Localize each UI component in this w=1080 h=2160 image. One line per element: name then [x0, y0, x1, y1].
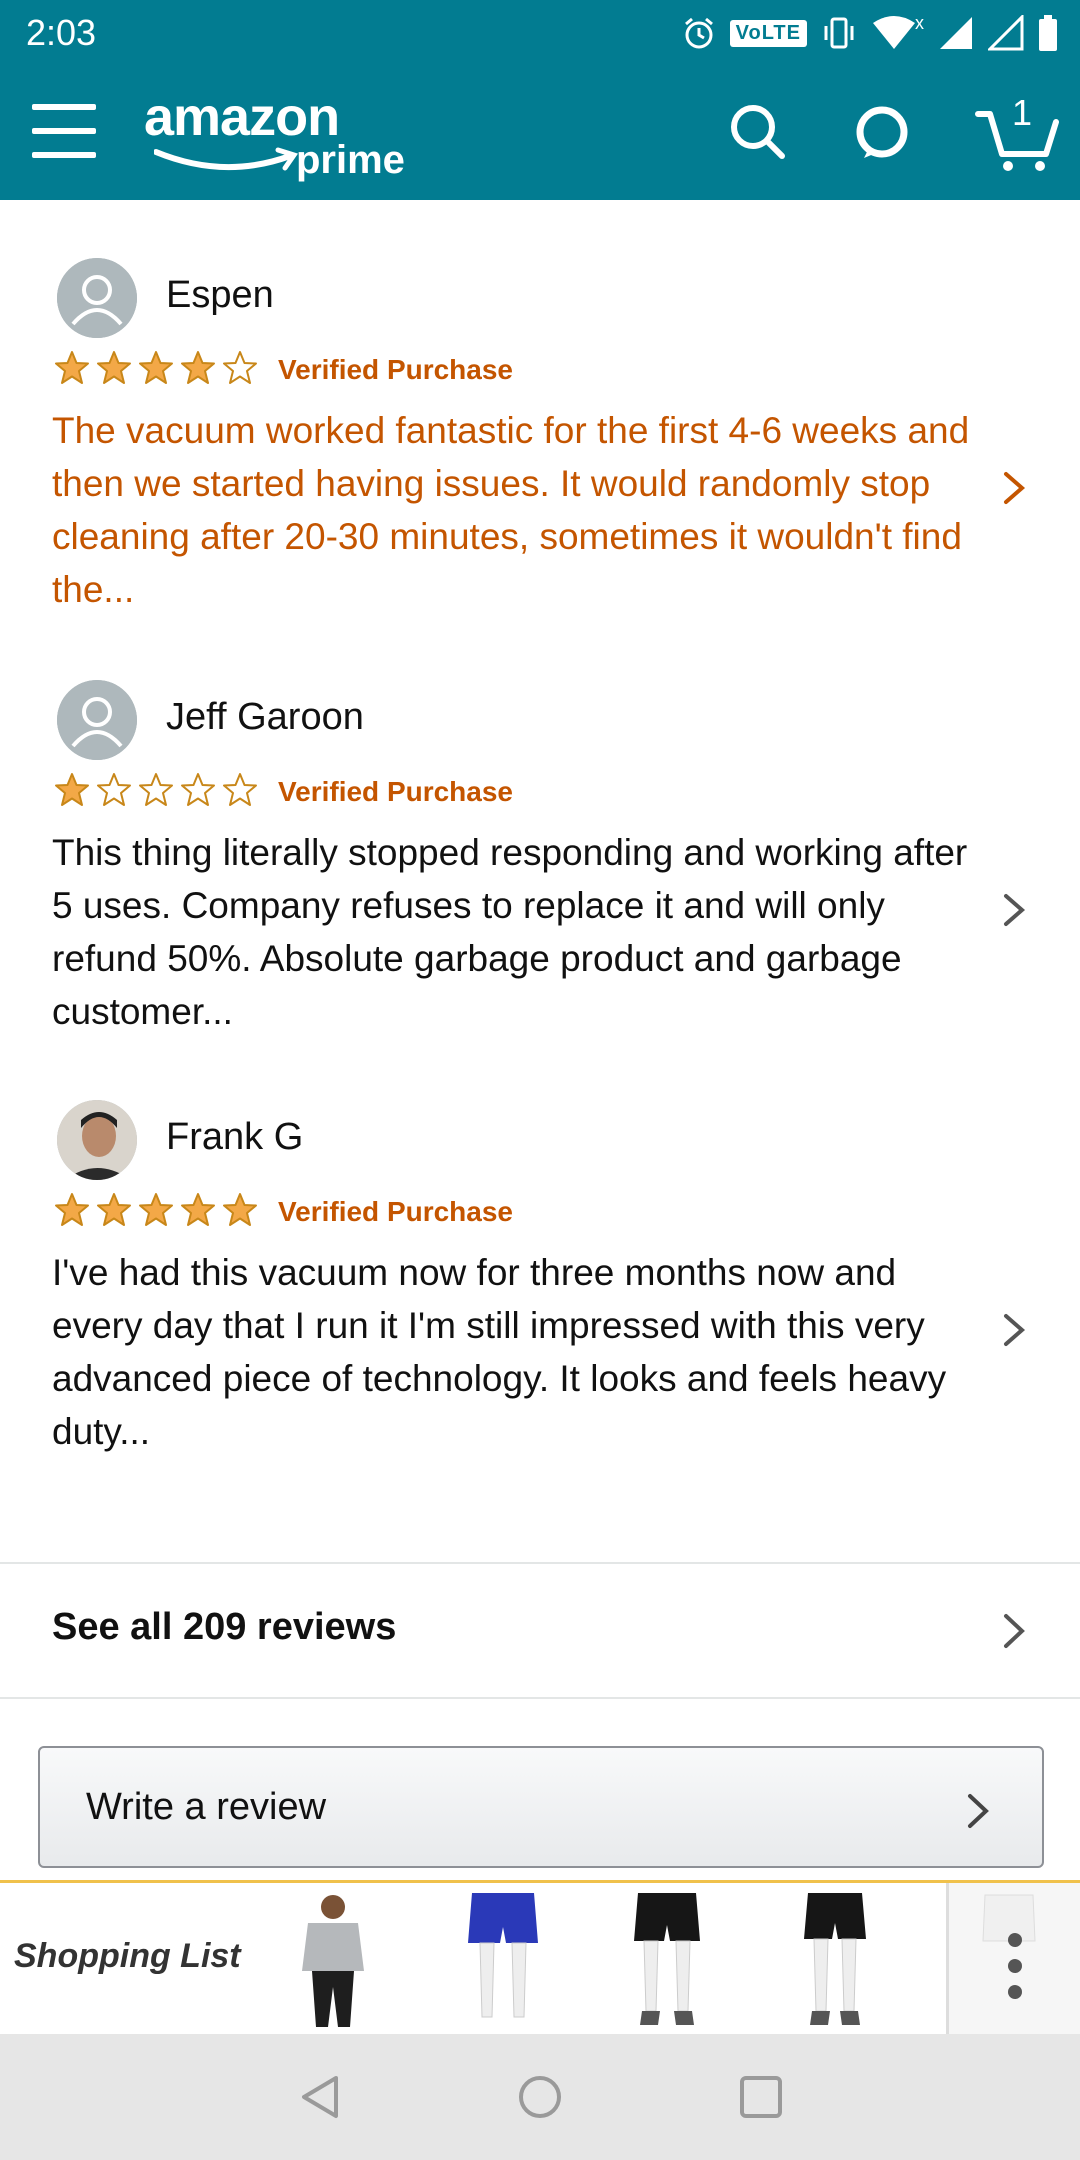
vibrate-icon — [824, 17, 854, 49]
menu-icon[interactable] — [32, 104, 96, 158]
shopping-list-label[interactable]: Shopping List — [14, 1937, 241, 1976]
volte-icon: VoLTE — [729, 19, 807, 47]
logo-sub-text: prime — [296, 138, 405, 182]
user-avatar-icon — [57, 258, 137, 338]
chevron-right-icon[interactable] — [998, 468, 1030, 508]
product-thumbnail[interactable] — [612, 1891, 722, 2031]
shopping-list-bar: Shopping List — [0, 1880, 1080, 2037]
chevron-right-icon — [1004, 1614, 1025, 1648]
review-text: This thing literally stopped responding … — [52, 832, 968, 1032]
product-thumbnail[interactable] — [780, 1891, 890, 2031]
verified-purchase-badge: Verified Purchase — [278, 1196, 514, 1227]
star-filled-icon — [55, 1193, 89, 1226]
chevron-right-icon[interactable] — [998, 1310, 1030, 1350]
star-filled-icon — [55, 351, 89, 384]
cart-button[interactable]: 1 — [972, 84, 1062, 174]
logo-smile-icon — [154, 147, 298, 171]
see-all-reviews-button[interactable]: See all 209 reviews — [0, 1564, 1080, 1698]
star-empty-icon — [181, 773, 215, 806]
avatar[interactable] — [57, 1100, 137, 1180]
gray-tshirt-image — [302, 1895, 364, 2027]
user-photo-icon — [57, 1100, 137, 1180]
star-rating — [52, 772, 260, 808]
star-empty-icon — [97, 773, 131, 806]
wifi-icon — [873, 16, 915, 49]
write-review-button[interactable]: Write a review — [38, 1746, 1044, 1868]
alarm-icon — [684, 17, 713, 49]
star-filled-icon — [139, 351, 173, 384]
review-item[interactable]: Jeff Garoon Verified Purchase This thing… — [0, 680, 1080, 1080]
verified-purchase-badge: Verified Purchase — [278, 776, 514, 807]
review-item[interactable]: Espen Verified Purchase The vacuum worke… — [0, 258, 1080, 658]
star-empty-icon — [223, 773, 257, 806]
cart-count: 1 — [1012, 92, 1033, 133]
star-filled-icon — [139, 1193, 173, 1226]
divider — [0, 1697, 1080, 1699]
alexa-icon[interactable] — [846, 96, 918, 168]
wifi-marker: x — [915, 12, 924, 33]
verified-purchase-badge: Verified Purchase — [278, 354, 514, 385]
system-nav-bar — [0, 2034, 1080, 2160]
review-text: The vacuum worked fantastic for the firs… — [52, 410, 970, 610]
blue-shorts-image — [468, 1893, 538, 2018]
star-empty-icon — [139, 773, 173, 806]
status-time: 2:03 — [26, 12, 97, 53]
review-author[interactable]: Jeff Garoon — [166, 696, 364, 739]
star-rating — [52, 350, 260, 386]
battery-icon — [1039, 15, 1057, 51]
back-icon[interactable] — [296, 2072, 346, 2122]
signal-icon — [940, 17, 972, 49]
top-bar: 2:03 VoLTE x amazon prime 1 — [0, 0, 1080, 200]
status-bar: 2:03 VoLTE x — [0, 0, 1080, 66]
avatar[interactable] — [57, 258, 137, 338]
review-text: I've had this vacuum now for three month… — [52, 1252, 947, 1452]
status-icons: VoLTE x — [682, 10, 1058, 56]
user-avatar-icon — [57, 680, 137, 760]
star-filled-icon — [223, 1193, 257, 1226]
app-bar: amazon prime 1 — [0, 66, 1080, 200]
star-filled-icon — [97, 351, 131, 384]
avatar[interactable] — [57, 680, 137, 760]
chevron-right-icon[interactable] — [998, 890, 1030, 930]
review-author[interactable]: Frank G — [166, 1116, 303, 1159]
review-item[interactable]: Frank G Verified Purchase I've had this … — [0, 1100, 1080, 1500]
search-icon[interactable] — [722, 96, 794, 168]
home-icon[interactable] — [515, 2072, 565, 2122]
see-all-label: See all 209 reviews — [52, 1606, 397, 1648]
black-shorts-2-image — [804, 1893, 866, 2025]
recents-icon[interactable] — [736, 2072, 786, 2122]
amazon-prime-logo[interactable]: amazon prime — [140, 86, 410, 186]
shopping-list-more-button[interactable] — [946, 1883, 1080, 2037]
star-filled-icon — [181, 1193, 215, 1226]
write-review-label: Write a review — [86, 1786, 327, 1828]
star-filled-icon — [97, 1193, 131, 1226]
star-filled-icon — [181, 351, 215, 384]
star-filled-icon — [55, 773, 89, 806]
signal-2-icon — [988, 15, 1024, 51]
black-shorts-image — [634, 1893, 700, 2025]
review-author[interactable]: Espen — [166, 274, 274, 317]
chevron-right-icon — [968, 1794, 989, 1828]
star-rating — [52, 1192, 260, 1228]
star-empty-icon — [223, 351, 257, 384]
product-thumbnail[interactable] — [448, 1891, 558, 2031]
product-thumbnail[interactable] — [278, 1891, 388, 2031]
